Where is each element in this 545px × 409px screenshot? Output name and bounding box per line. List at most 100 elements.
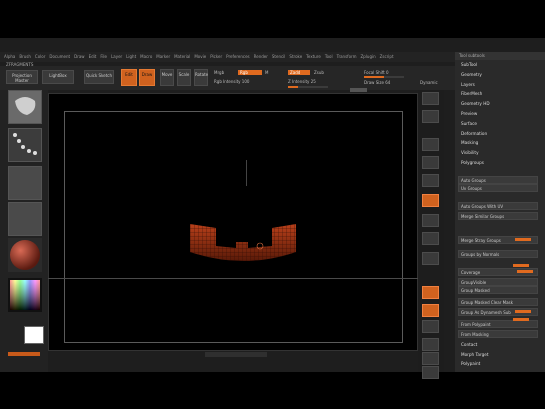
slider-fill[interactable]: [517, 270, 533, 273]
secondary-color-swatch[interactable]: [24, 326, 44, 344]
polygroup-button[interactable]: Uv Groups: [458, 184, 538, 192]
polygroup-button[interactable]: Auto Groups With UV: [458, 202, 538, 210]
polygroup-button[interactable]: From Polypaint: [458, 320, 538, 328]
menu-item[interactable]: Stencil: [272, 54, 286, 59]
view-tool-icon[interactable]: [422, 338, 439, 351]
polygroup-button[interactable]: From Masking: [458, 330, 538, 338]
menu-item[interactable]: Edit: [89, 54, 97, 59]
view-tool-icon[interactable]: [422, 156, 439, 169]
view-tool-icon[interactable]: [422, 92, 439, 105]
menu-item[interactable]: Tool: [325, 54, 333, 59]
polygroup-button[interactable]: Groups by Normals: [458, 250, 538, 258]
view-tool-icon[interactable]: [422, 320, 439, 333]
menu-item[interactable]: Alpha: [4, 54, 15, 59]
sculpt-mesh[interactable]: [186, 220, 301, 270]
menu-item[interactable]: Brush: [19, 54, 31, 59]
menu-item[interactable]: Transform: [337, 54, 357, 59]
tool-menu-item[interactable]: Polygroups: [461, 160, 484, 165]
focal-shift-track[interactable]: [364, 76, 404, 78]
m-toggle[interactable]: M: [265, 70, 268, 75]
menu-item[interactable]: Texture: [306, 54, 321, 59]
menu-item[interactable]: Marker: [156, 54, 170, 59]
menu-item[interactable]: Preferences: [226, 54, 250, 59]
color-picker[interactable]: [8, 278, 42, 312]
menu-item[interactable]: Light: [126, 54, 136, 59]
menu-item[interactable]: Render: [254, 54, 268, 59]
menu-item[interactable]: Macro: [140, 54, 152, 59]
menu-item[interactable]: Movie: [194, 54, 206, 59]
tool-menu-item[interactable]: Polypaint: [461, 361, 480, 366]
rotate-button[interactable]: Rotate: [194, 69, 208, 86]
mrgb-toggle[interactable]: Mrgb: [214, 70, 224, 75]
edit-button[interactable]: Edit: [121, 69, 137, 86]
dynamic-toggle[interactable]: Dynamic: [420, 80, 438, 85]
menu-item[interactable]: Stroke: [289, 54, 302, 59]
polygroup-button[interactable]: GroupVisible: [458, 278, 538, 286]
quick-sketch-button[interactable]: Quick Sketch: [84, 70, 114, 84]
menu-item[interactable]: Picker: [210, 54, 222, 59]
menu-item[interactable]: Color: [35, 54, 45, 59]
view-tool-icon[interactable]: [422, 252, 439, 265]
view-tool-icon[interactable]: [422, 286, 439, 299]
view-tool-icon[interactable]: [422, 366, 439, 379]
tool-menu-item[interactable]: Contact: [461, 342, 477, 347]
view-tool-icon[interactable]: [422, 110, 439, 123]
view-tool-icon[interactable]: [422, 214, 439, 227]
slider-fill[interactable]: [515, 310, 531, 313]
tool-menu-item[interactable]: Geometry: [461, 72, 482, 77]
slider-fill[interactable]: [515, 238, 531, 241]
menu-item[interactable]: Document: [49, 54, 70, 59]
brush-thumbnail[interactable]: [8, 90, 42, 124]
z-intensity-track[interactable]: [288, 86, 328, 88]
view-tool-icon[interactable]: [422, 352, 439, 365]
menu-item[interactable]: Zplugin: [361, 54, 376, 59]
tool-menu-item[interactable]: FiberMesh: [461, 91, 482, 96]
tool-menu-item[interactable]: SubTool: [461, 62, 477, 67]
material-thumbnail[interactable]: [8, 238, 42, 272]
polygroup-button[interactable]: Auto Groups: [458, 176, 538, 184]
zsub-toggle[interactable]: Zsub: [314, 70, 324, 75]
stroke-thumbnail[interactable]: [8, 128, 42, 162]
tool-menu-item[interactable]: Layers: [461, 82, 475, 87]
zadd-toggle[interactable]: Zadd: [288, 70, 310, 75]
projection-master-button[interactable]: Projection Master: [6, 70, 38, 84]
view-tool-icon[interactable]: [422, 174, 439, 187]
focal-shift-slider[interactable]: Focal Shift 0: [364, 70, 389, 75]
z-intensity-slider[interactable]: Z Intensity 25: [288, 79, 316, 84]
rgb-toggle[interactable]: Rgb: [238, 70, 262, 75]
tool-palette: Tool subtools SubTool Geometry Layers Fiber…: [455, 52, 545, 372]
move-button[interactable]: Move: [160, 69, 174, 86]
shelf-bottom-button[interactable]: [8, 352, 40, 356]
tool-menu-item[interactable]: Surface: [461, 121, 477, 126]
tool-menu-item[interactable]: Masking: [461, 140, 478, 145]
tool-menu-item[interactable]: Preview: [461, 111, 477, 116]
menu-item[interactable]: Layer: [111, 54, 122, 59]
brush-icon: [9, 91, 41, 123]
tool-menu-item[interactable]: Morph Target: [461, 352, 489, 357]
alpha-thumbnail[interactable]: [8, 166, 42, 200]
tool-menu-item[interactable]: Deformation: [461, 131, 487, 136]
menu-item[interactable]: Material: [174, 54, 190, 59]
polygroup-button[interactable]: Group Masked: [458, 286, 538, 294]
slider-fill[interactable]: [513, 264, 529, 267]
draw-size-slider[interactable]: Draw Size 64: [364, 80, 390, 85]
scale-button[interactable]: Scale: [177, 69, 191, 86]
polygroup-button[interactable]: Group Masked Clear Mask: [458, 298, 538, 306]
view-tool-icon[interactable]: [422, 232, 439, 245]
lightbox-button[interactable]: LightBox: [42, 70, 74, 84]
draw-button[interactable]: Draw: [139, 69, 155, 86]
rgb-intensity-slider[interactable]: Rgb Intensity 100: [214, 79, 249, 84]
tool-menu-item[interactable]: Visibility: [461, 150, 479, 155]
view-tool-icon[interactable]: [422, 304, 439, 317]
menu-item[interactable]: Draw: [74, 54, 84, 59]
canvas-scroll-handle[interactable]: [350, 88, 367, 92]
menu-item[interactable]: File: [100, 54, 107, 59]
polygroup-button[interactable]: Merge Similar Groups: [458, 212, 538, 220]
menu-item[interactable]: Zscript: [380, 54, 394, 59]
texture-thumbnail[interactable]: [8, 202, 42, 236]
view-tool-icon[interactable]: [422, 194, 439, 207]
view-tool-icon[interactable]: [422, 138, 439, 151]
slider-fill[interactable]: [513, 318, 529, 321]
canvas-bottom-bar[interactable]: [205, 352, 267, 357]
tool-menu-item[interactable]: Geometry HD: [461, 101, 490, 106]
